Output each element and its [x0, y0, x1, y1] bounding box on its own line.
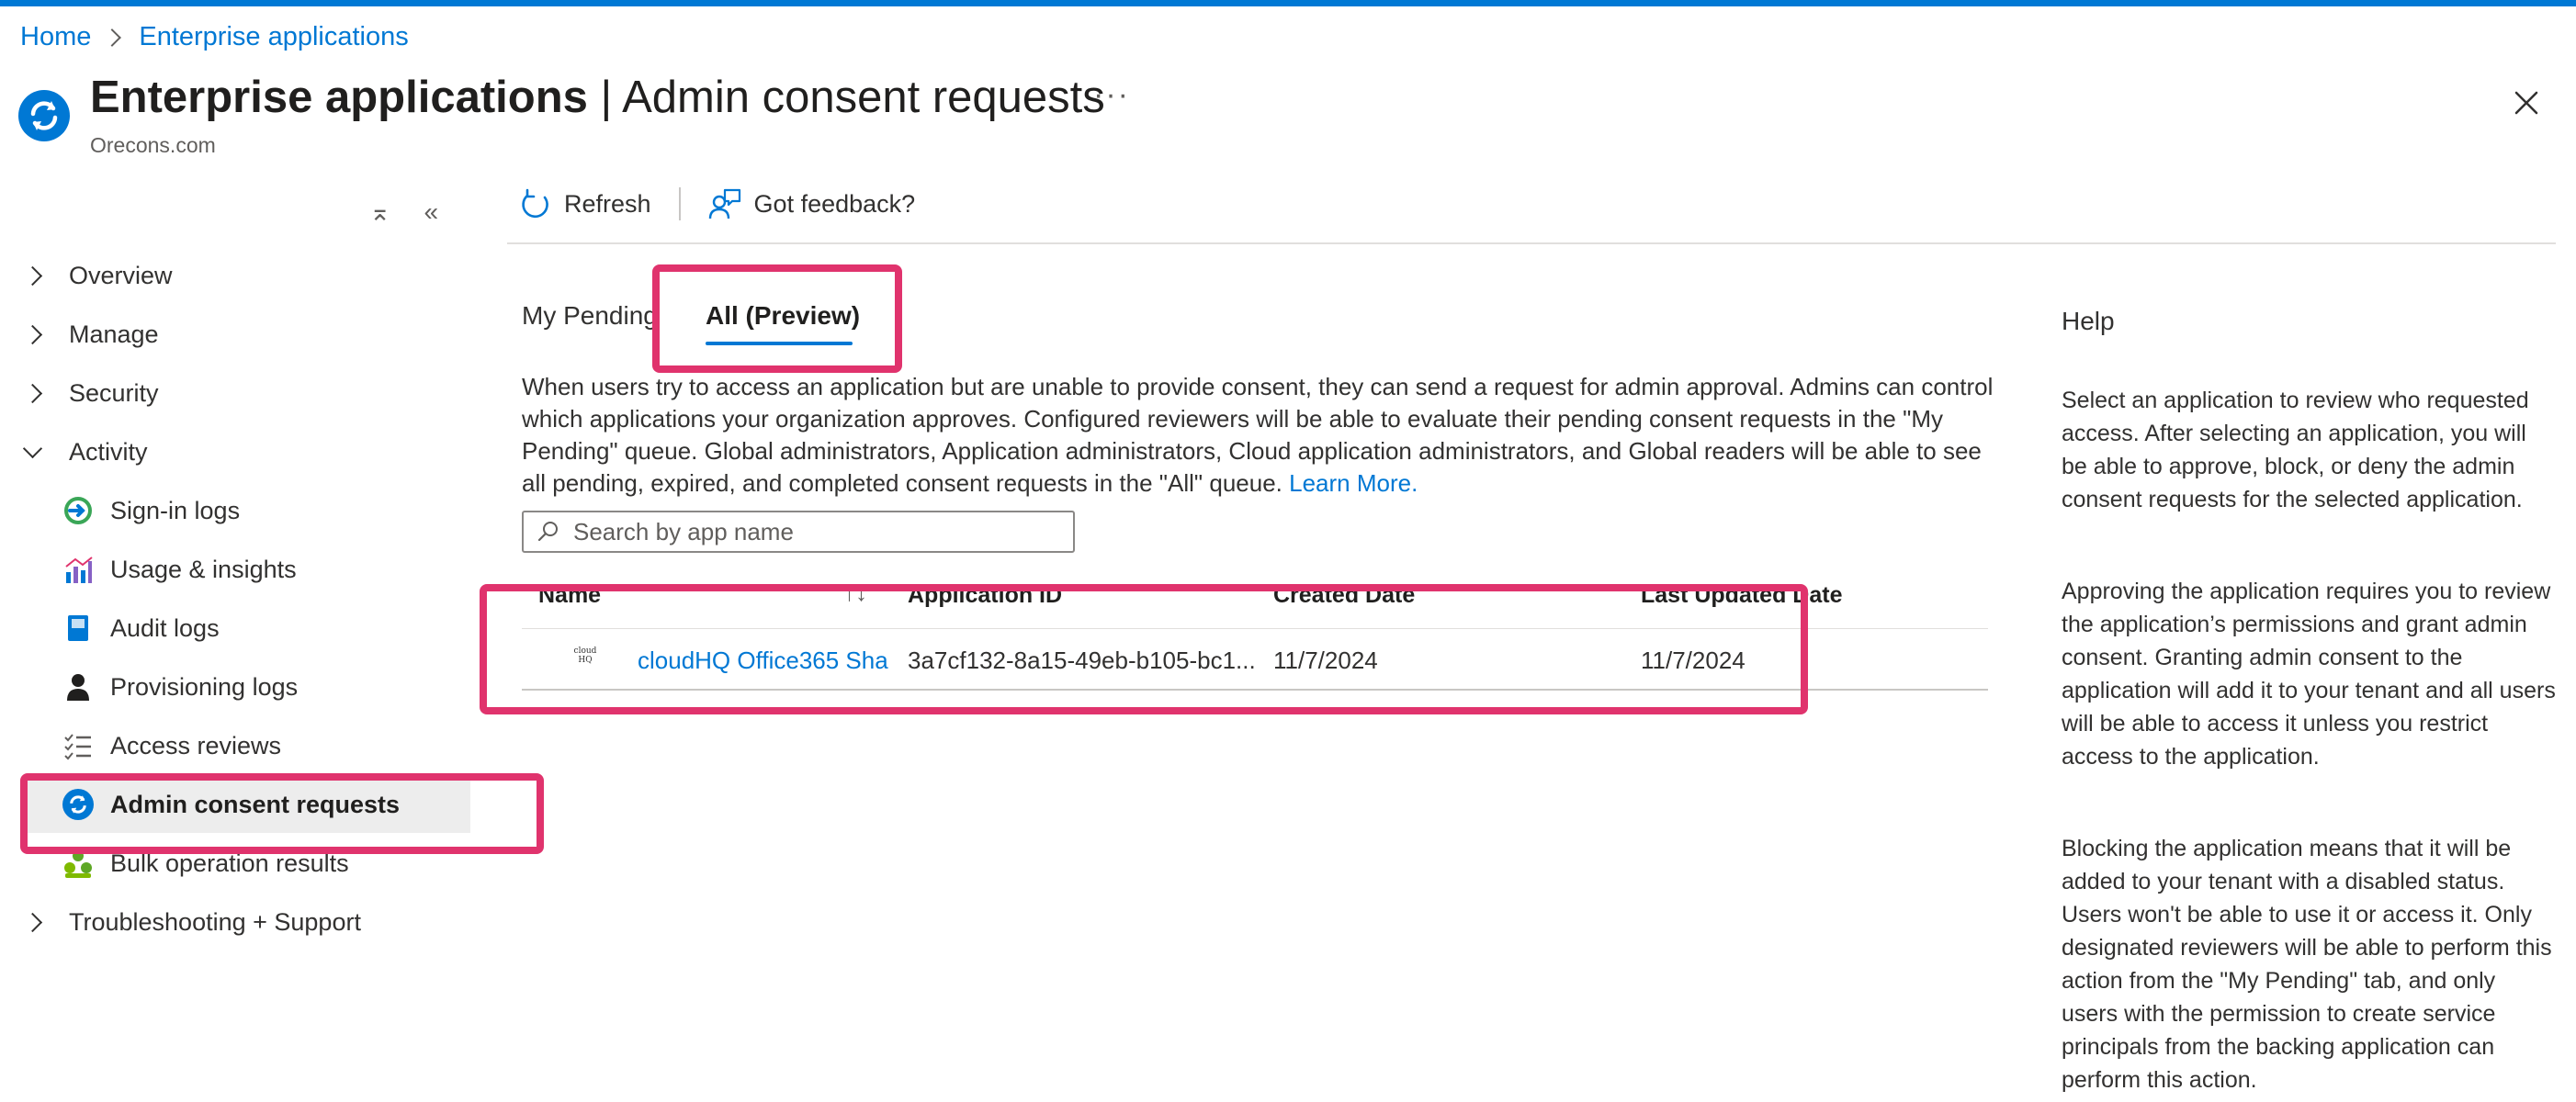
chart-icon	[62, 554, 94, 585]
collapse-sidebar-icon[interactable]: «	[424, 197, 438, 227]
breadcrumb: Home Enterprise applications	[20, 22, 409, 52]
more-options-button[interactable]: ···	[1093, 77, 1130, 113]
sidebar-item-label: Sign-in logs	[110, 496, 241, 524]
chevron-right-icon	[103, 28, 122, 47]
sidebar-item-label: Provisioning logs	[110, 672, 299, 701]
search-icon	[537, 522, 558, 542]
sidebar-item-manage[interactable]: Manage	[0, 306, 470, 363]
sidebar-item-access-reviews[interactable]: Access reviews	[0, 717, 470, 774]
sort-icon[interactable]: ↑↓	[843, 579, 867, 607]
learn-more-link[interactable]: Learn More.	[1289, 469, 1418, 497]
sidebar-item-label: Usage & insights	[110, 555, 297, 583]
tab-my-pending[interactable]: My Pending	[522, 301, 658, 331]
created-date-cell: 11/7/2024	[1273, 647, 1378, 674]
sidebar-item-label: Admin consent requests	[110, 790, 401, 818]
sidebar-item-label: Bulk operation results	[110, 849, 349, 877]
chevron-down-icon	[22, 438, 43, 458]
table-header-divider	[522, 628, 1988, 629]
sidebar-item-bulk-operation-results[interactable]: Bulk operation results	[0, 835, 470, 892]
refresh-button[interactable]: Refresh	[520, 188, 651, 219]
search-box[interactable]	[522, 511, 1075, 553]
chevron-right-icon	[22, 383, 43, 403]
application-id-cell: 3a7cf132-8a15-49eb-b105-bc1...	[908, 647, 1256, 674]
sidebar-item-usage-insights[interactable]: Usage & insights	[0, 541, 470, 598]
feedback-icon	[708, 188, 740, 219]
breadcrumb-home-link[interactable]: Home	[20, 22, 91, 52]
help-paragraph: Select an application to review who requ…	[2062, 388, 2529, 512]
cloudhq-logo: cloud HQ	[573, 647, 597, 665]
chevron-right-icon	[22, 324, 43, 344]
chevron-right-icon	[22, 912, 43, 932]
refresh-icon	[522, 188, 548, 219]
refresh-label: Refresh	[564, 189, 651, 218]
sidebar-item-overview[interactable]: Overview	[0, 247, 470, 304]
help-paragraph: Blocking the application means that it w…	[2062, 836, 2552, 1093]
checklist-icon	[62, 730, 94, 761]
close-icon[interactable]	[2508, 84, 2545, 121]
sidebar-item-label: Security	[69, 378, 159, 407]
users-group-icon	[62, 848, 94, 879]
column-header-last-updated-date[interactable]: Last Updated Date	[1641, 582, 1842, 609]
column-header-name[interactable]: Name	[538, 582, 601, 609]
book-icon	[62, 613, 94, 644]
page-description: When users try to access an application …	[522, 373, 1994, 497]
feedback-label: Got feedback?	[753, 189, 916, 218]
table-row-divider	[522, 689, 1988, 691]
chevron-right-icon	[22, 265, 43, 286]
sidebar-item-activity[interactable]: Activity	[0, 423, 470, 480]
tenant-subtitle: Orecons.com	[90, 133, 216, 157]
sidebar-item-label: Audit logs	[110, 613, 220, 642]
sidebar-item-provisioning-logs[interactable]: Provisioning logs	[0, 658, 470, 715]
sidebar-item-label: Troubleshooting + Support	[69, 907, 361, 936]
expand-collapse-all-icon[interactable]: ⌅	[369, 197, 390, 227]
page-title: Enterprise applications | Admin consent …	[90, 73, 1105, 122]
active-tab-indicator	[706, 342, 853, 345]
top-accent-bar	[0, 0, 2576, 6]
sidebar-item-label: Access reviews	[110, 731, 282, 759]
toolbar-divider-line	[507, 242, 2556, 244]
updated-date-cell: 11/7/2024	[1641, 647, 1746, 674]
sidebar-item-label: Activity	[69, 437, 148, 466]
sign-in-icon	[62, 495, 94, 526]
sidebar-item-label: Overview	[69, 261, 173, 289]
help-title: Help	[2062, 307, 2115, 335]
search-input[interactable]	[571, 516, 1053, 547]
sidebar-item-audit-logs[interactable]: Audit logs	[0, 600, 470, 657]
sidebar-item-sign-in-logs[interactable]: Sign-in logs	[0, 482, 470, 539]
tab-all-preview[interactable]: All (Preview)	[706, 301, 860, 331]
toolbar-divider	[678, 187, 681, 220]
sidebar-item-label: Manage	[69, 320, 159, 348]
feedback-button[interactable]: Got feedback?	[708, 187, 916, 220]
consent-icon	[62, 789, 94, 820]
consent-refresh-icon	[18, 90, 70, 141]
app-name-link[interactable]: cloudHQ Office365 Shar	[638, 647, 889, 675]
person-icon	[62, 671, 94, 703]
sidebar-item-troubleshooting-support[interactable]: Troubleshooting + Support	[0, 894, 470, 950]
column-header-application-id[interactable]: Application ID	[908, 582, 1062, 609]
sidebar-item-admin-consent-requests[interactable]: Admin consent requests	[28, 776, 470, 833]
command-bar: Refresh Got feedback?	[520, 187, 915, 220]
help-paragraph: Approving the application requires you t…	[2062, 579, 2556, 770]
breadcrumb-enterprise-apps-link[interactable]: Enterprise applications	[139, 22, 408, 52]
sidebar-item-security[interactable]: Security	[0, 365, 470, 422]
column-header-created-date[interactable]: Created Date	[1273, 582, 1415, 609]
